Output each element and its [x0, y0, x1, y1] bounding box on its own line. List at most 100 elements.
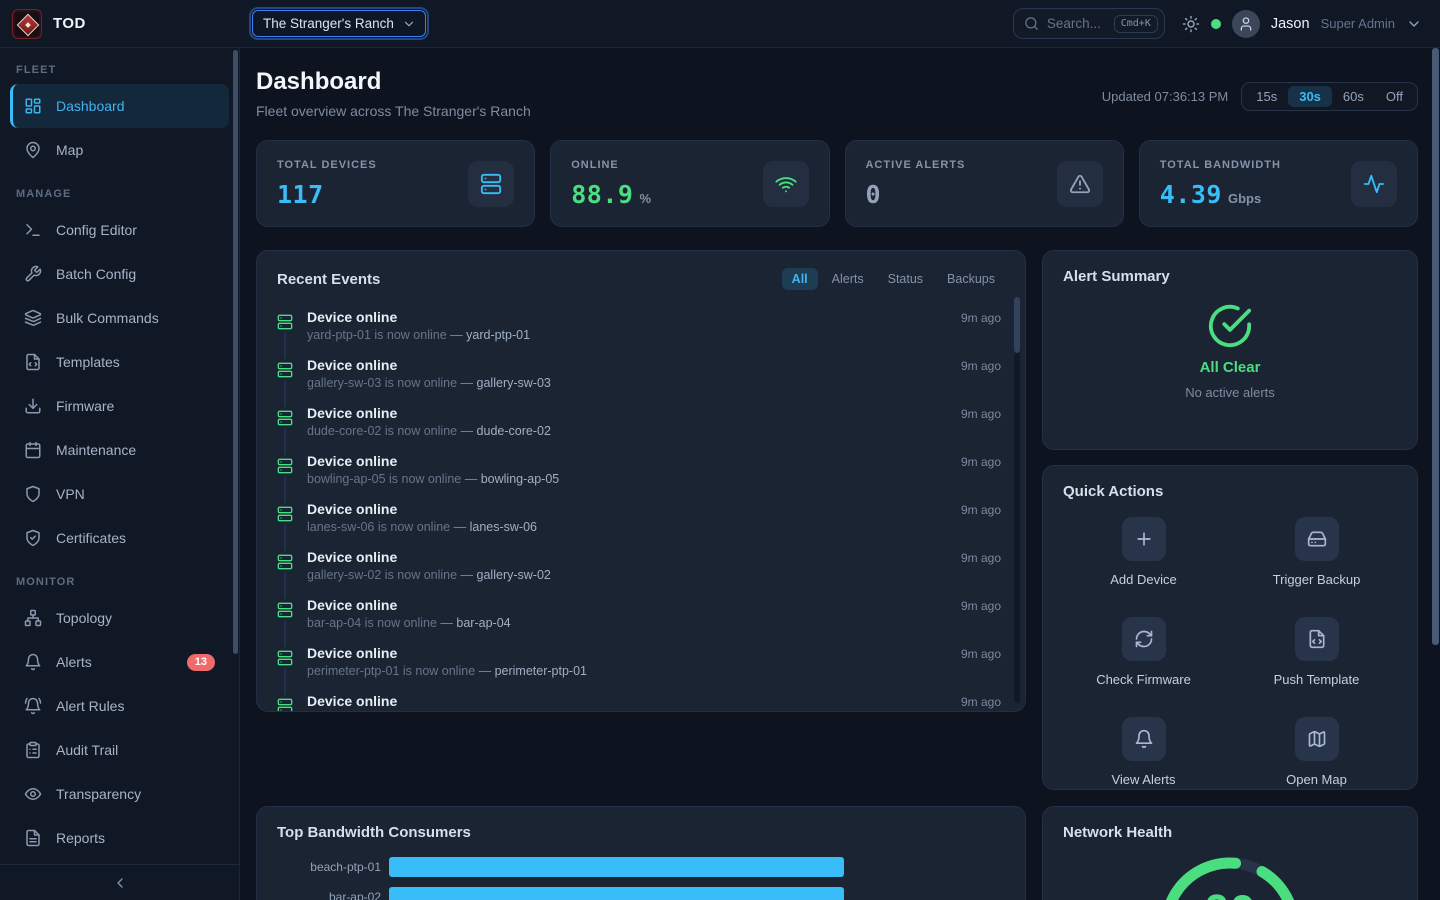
event-tab-backups[interactable]: Backups — [937, 268, 1005, 290]
event-tab-status[interactable]: Status — [878, 268, 933, 290]
quick-action-tile[interactable] — [1122, 717, 1166, 761]
stat-cards-row: TOTAL DEVICES117ONLINE88.9%ACTIVE ALERTS… — [256, 140, 1418, 227]
refresh-option-60s[interactable]: 60s — [1332, 86, 1375, 107]
event-tab-all[interactable]: All — [782, 268, 818, 290]
event-list: Device online9m agoyard-ptp-01 is now on… — [277, 304, 1001, 712]
file-code-icon — [1307, 629, 1327, 649]
activity-icon — [1363, 173, 1385, 195]
event-list-scrollbar-thumb[interactable] — [1014, 297, 1020, 353]
sidebar-section-label: MONITOR — [0, 576, 239, 588]
search-shortcut-badge: Cmd+K — [1114, 15, 1158, 33]
search-input[interactable]: Search... Cmd+K — [1013, 8, 1165, 39]
quick-action-tile[interactable] — [1295, 517, 1339, 561]
stat-unit: % — [639, 191, 651, 206]
health-gauge-svg: 89 — [1155, 852, 1305, 900]
stat-card-active-alerts: ACTIVE ALERTS0 — [845, 140, 1124, 227]
avatar[interactable] — [1232, 10, 1260, 38]
file-code-icon — [24, 353, 42, 371]
quick-action-label: Push Template — [1274, 672, 1360, 687]
bell-ring-icon — [24, 697, 42, 715]
quick-action-add-device[interactable]: Add Device — [1063, 517, 1224, 587]
topbar: TOD The Stranger's Ranch Search... Cmd+K… — [0, 0, 1440, 48]
theme-toggle-sun-icon[interactable] — [1182, 15, 1200, 33]
sidebar-section-label: MANAGE — [0, 188, 239, 200]
brand: TOD — [0, 9, 240, 39]
sidebar-item-certificates[interactable]: Certificates — [10, 516, 229, 560]
sidebar-item-batch-config[interactable]: Batch Config — [10, 252, 229, 296]
sidebar-item-reports[interactable]: Reports — [10, 816, 229, 860]
sidebar-item-vpn[interactable]: VPN — [10, 472, 229, 516]
map-pin-icon — [24, 141, 42, 159]
server-icon — [277, 647, 293, 669]
app-logo-icon[interactable] — [12, 9, 42, 39]
wifi-icon — [775, 173, 797, 195]
server-icon — [277, 455, 293, 477]
quick-action-tile[interactable] — [1295, 617, 1339, 661]
page-scrollbar-thumb[interactable] — [1432, 48, 1439, 645]
sidebar-item-audit-trail[interactable]: Audit Trail — [10, 728, 229, 772]
quick-action-tile[interactable] — [1295, 717, 1339, 761]
sidebar-item-alerts[interactable]: Alerts13 — [10, 640, 229, 684]
quick-action-label: Check Firmware — [1096, 672, 1191, 687]
stat-card-total-bandwidth: TOTAL BANDWIDTH4.39Gbps — [1139, 140, 1418, 227]
user-menu-chevron-down-icon[interactable] — [1406, 16, 1422, 32]
bandwidth-card: Top Bandwidth Consumers beach-ptp-01bar-… — [256, 806, 1026, 900]
sidebar-item-firmware[interactable]: Firmware — [10, 384, 229, 428]
server-icon — [277, 551, 293, 573]
event-detail: perimeter-ptp-01 is now online — perimet… — [307, 664, 1001, 678]
user-icon — [1238, 16, 1254, 32]
quick-action-trigger-backup[interactable]: Trigger Backup — [1236, 517, 1397, 587]
page-title: Dashboard — [256, 68, 531, 96]
bell-icon — [24, 653, 42, 671]
page-scrollbar[interactable] — [1431, 48, 1440, 900]
sidebar-item-transparency[interactable]: Transparency — [10, 772, 229, 816]
sidebar-item-label: Audit Trail — [56, 742, 118, 758]
sidebar-collapse-button[interactable] — [0, 864, 239, 900]
recent-events-title: Recent Events — [277, 271, 380, 288]
quick-action-push-template[interactable]: Push Template — [1236, 617, 1397, 687]
stat-card-online: ONLINE88.9% — [550, 140, 829, 227]
quick-action-tile[interactable] — [1122, 517, 1166, 561]
quick-action-tile[interactable] — [1122, 617, 1166, 661]
quick-actions-grid: Add Device Trigger Backup Check Firmware Pu… — [1063, 517, 1397, 787]
sidebar-item-label: Templates — [56, 354, 120, 370]
quick-action-check-firmware[interactable]: Check Firmware — [1063, 617, 1224, 687]
quick-action-label: Add Device — [1110, 572, 1176, 587]
health-gauge-value: 89 — [1204, 887, 1257, 900]
sidebar-item-label: Bulk Commands — [56, 310, 159, 326]
event-time: 9m ago — [961, 407, 1001, 421]
sidebar-item-topology[interactable]: Topology — [10, 596, 229, 640]
sidebar-item-label: Batch Config — [56, 266, 136, 282]
sidebar-item-dashboard[interactable]: Dashboard — [10, 84, 229, 128]
event-title: Device online — [307, 501, 397, 517]
map-icon — [1307, 729, 1327, 749]
bell-icon — [1134, 729, 1154, 749]
event-time: 9m ago — [961, 359, 1001, 373]
quick-actions-title: Quick Actions — [1063, 483, 1397, 500]
sidebar-item-alert-rules[interactable]: Alert Rules — [10, 684, 229, 728]
sidebar-item-map[interactable]: Map — [10, 128, 229, 172]
refresh-option-15s[interactable]: 15s — [1245, 86, 1288, 107]
stat-value: 117 — [277, 180, 324, 209]
event-row: Device online9m agogallery-sw-02 is now … — [277, 544, 1001, 592]
event-row: Device online9m agoyard-ptp-01 is now on… — [277, 304, 1001, 352]
hard-drive-icon — [1307, 529, 1327, 549]
sidebar-item-templates[interactable]: Templates — [10, 340, 229, 384]
event-time: 9m ago — [961, 695, 1001, 709]
stat-icon-box — [763, 161, 809, 207]
sidebar-scrollbar[interactable] — [233, 50, 238, 654]
site-selector[interactable]: The Stranger's Ranch — [252, 10, 426, 37]
event-tab-alerts[interactable]: Alerts — [822, 268, 874, 290]
quick-action-open-map[interactable]: Open Map — [1236, 717, 1397, 787]
sidebar-item-bulk-commands[interactable]: Bulk Commands — [10, 296, 229, 340]
refresh-option-30s[interactable]: 30s — [1288, 86, 1332, 107]
quick-action-view-alerts[interactable]: View Alerts — [1063, 717, 1224, 787]
event-list-scrollbar[interactable] — [1014, 297, 1020, 703]
sidebar-item-config-editor[interactable]: Config Editor — [10, 208, 229, 252]
main-content: Dashboard Fleet overview across The Stra… — [240, 48, 1440, 900]
sidebar-item-maintenance[interactable]: Maintenance — [10, 428, 229, 472]
refresh-option-off[interactable]: Off — [1375, 86, 1414, 107]
event-row: Device online9m agoperimeter-ptp-01 is n… — [277, 640, 1001, 688]
event-detail: dude-core-02 is now online — dude-core-0… — [307, 424, 1001, 438]
event-title: Device online — [307, 645, 397, 661]
